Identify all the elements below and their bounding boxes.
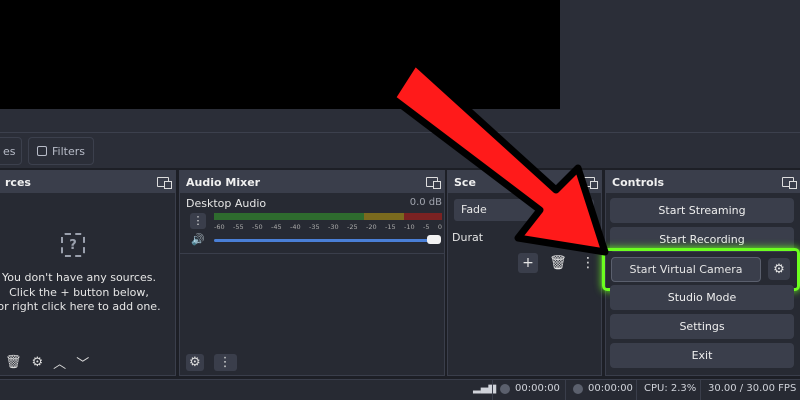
empty-line-2: Click the + button below, (9, 285, 149, 299)
audio-mixer-header: Audio Mixer (180, 171, 444, 193)
status-bar: ▂▄▆ 00:00:00 00:00:00 CPU: 2.3% 30.00 / … (0, 379, 800, 400)
add-transition-icon[interactable]: + (518, 253, 538, 273)
preview-area (0, 0, 800, 132)
empty-line-1: You don't have any sources. (2, 271, 156, 284)
empty-line-3: or right click here to add one. (0, 300, 161, 313)
filters-icon (37, 146, 47, 156)
sources-footer: 🗑 ⚙ ︿ ﹀ (0, 349, 175, 375)
channel-db: 0.0 dB (409, 197, 442, 208)
advanced-audio-gear-icon[interactable]: ⚙ (186, 353, 204, 371)
transition-tools: + 🗑 ⋮ (518, 253, 598, 273)
chevron-up-icon[interactable]: ︿ (53, 353, 66, 372)
stream-status-icon (500, 383, 510, 394)
record-time: 00:00:00 (588, 383, 633, 394)
audio-mixer-title: Audio Mixer (186, 175, 261, 189)
desktop-audio-channel: Desktop Audio 0.0 dB ⋮ -60 -55 -50 -45 -40 -3… (186, 197, 442, 246)
speaker-icon[interactable]: 🔊 (191, 233, 205, 246)
sources-header: rces (0, 171, 175, 193)
undock-icon[interactable] (426, 177, 441, 189)
controls-title: Controls (612, 175, 665, 189)
trash-icon[interactable]: 🗑 (548, 253, 568, 273)
source-toolbar: es Filters (0, 132, 800, 168)
filters-button[interactable]: Filters (28, 137, 94, 165)
channel-menu-button[interactable]: ⋮ (190, 213, 206, 229)
undock-icon[interactable] (157, 177, 172, 189)
mixer-menu-icon[interactable]: ⋮ (213, 353, 237, 371)
transition-select[interactable]: Fade (454, 199, 594, 221)
start-streaming-button[interactable]: Start Streaming (610, 198, 794, 223)
trash-icon[interactable]: 🗑 (5, 355, 22, 370)
scene-transitions-dock: Sce Fade Durat + 🗑 ⋮ (447, 170, 602, 376)
sources-dock: rces ? You don't have any sources. Click… (0, 170, 176, 376)
scene-transitions-header: Sce (448, 171, 601, 193)
filters-label: Filters (52, 144, 85, 158)
chevron-down-icon[interactable]: ﹀ (76, 353, 89, 372)
kebab-menu-icon[interactable]: ⋮ (578, 253, 598, 273)
controls-header: Controls (606, 171, 800, 193)
fps-readout: 30.00 / 30.00 FPS (708, 383, 797, 394)
studio-mode-button[interactable]: Studio Mode (610, 285, 794, 310)
undock-icon[interactable] (782, 177, 797, 189)
virtual-camera-gear-icon[interactable]: ⚙ (768, 258, 790, 280)
volume-meter (214, 213, 442, 220)
gear-icon[interactable]: ⚙ (32, 355, 44, 370)
meter-scale: -60 -55 -50 -45 -40 -35 -30 -25 -20 -15 -10 -5 0 (214, 223, 442, 231)
cpu-usage: CPU: 2.3% (644, 383, 697, 394)
question-icon: ? (61, 233, 85, 257)
preview-canvas[interactable] (0, 0, 560, 109)
exit-button[interactable]: Exit (610, 343, 794, 368)
volume-slider[interactable] (214, 239, 440, 242)
volume-slider-handle[interactable] (427, 235, 441, 244)
undock-icon[interactable] (583, 177, 598, 189)
scene-transitions-title: Sce (454, 175, 476, 189)
settings-button[interactable]: Settings (610, 314, 794, 339)
channel-name: Desktop Audio (186, 197, 267, 210)
properties-tab[interactable]: es (0, 137, 22, 165)
sources-empty-message[interactable]: You don't have any sources. Click the + … (0, 271, 179, 315)
start-virtual-camera-button[interactable]: Start Virtual Camera (611, 257, 761, 282)
sources-title: rces (5, 175, 31, 189)
duration-label: Durat (452, 231, 484, 244)
properties-tab-label: es (3, 144, 16, 158)
audio-mixer-dock: Audio Mixer Desktop Audio 0.0 dB ⋮ -60 -5… (179, 170, 445, 376)
audio-mixer-footer: ⚙ ⋮ (180, 349, 444, 375)
controls-dock: Controls Start Streaming Start Recording… (602, 170, 800, 376)
record-status-icon (573, 383, 583, 394)
stream-time: 00:00:00 (515, 383, 560, 394)
